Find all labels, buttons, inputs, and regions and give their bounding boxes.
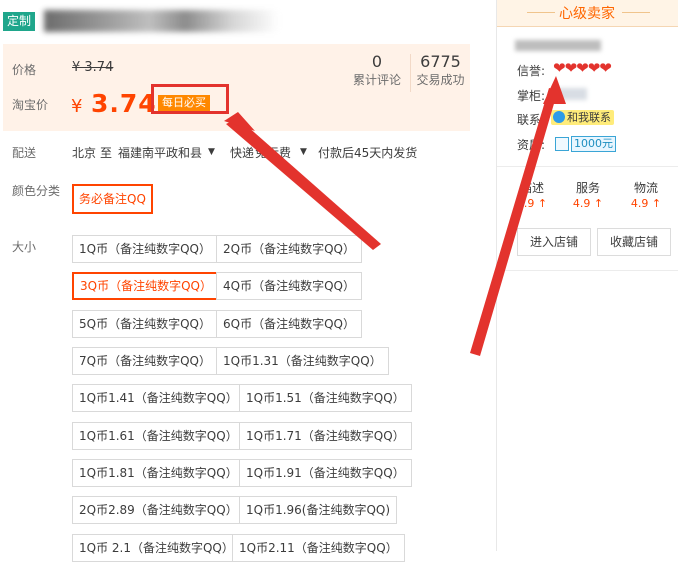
color-label: 颜色分类 [12,184,61,198]
seller-header: 心级卖家 [497,0,678,27]
score-service: 服务 4.9 ↑ [572,181,604,210]
size-option[interactable]: 5Q币（备注纯数字QQ） [72,310,218,338]
delivery-time: 付款后45天内发货 [318,146,418,160]
taobao-price-label: 淘宝价 [12,98,49,112]
price-label: 价格 [12,63,37,77]
product-detail-panel: 定制 价格 ¥ 3.74 淘宝价 ¥ 3.74 每日必买 0 累计评论 6775… [0,0,492,562]
keeper-name-blurred[interactable] [555,88,587,100]
custom-tag: 定制 [3,12,36,31]
ship-destination[interactable]: 福建南平政和县 [118,144,202,161]
size-option[interactable]: 1Q币1.81（备注纯数字QQ） [72,459,245,487]
size-option[interactable]: 1Q币1.61（备注纯数字QQ） [72,422,245,450]
stat-divider [410,54,411,92]
header-divider [622,12,650,13]
taobao-price: 3.74 [91,89,157,118]
ship-to-word: 至 [100,146,113,160]
size-option[interactable]: 1Q币（备注纯数字QQ） [72,235,218,263]
size-option[interactable]: 1Q币1.71（备注纯数字QQ） [239,422,412,450]
ship-from: 北京 [72,146,97,160]
divider [497,270,678,271]
trade-label: 交易成功 [416,73,465,87]
shop-name-blurred[interactable] [515,40,601,51]
size-option-selected[interactable]: 3Q币（备注纯数字QQ） [72,272,220,300]
score-logistics: 物流 4.9 ↑ [630,181,662,210]
contact-me-button[interactable]: 和我联系 [551,110,614,125]
size-option[interactable]: 2Q币（备注纯数字QQ） [216,235,362,263]
size-option[interactable]: 7Q币（备注纯数字QQ） [72,347,218,375]
free-shipping-label: 免运费 [255,146,292,160]
score-description: 描述 4.9 ↑ [516,181,548,210]
chevron-down-icon[interactable]: ▼ [300,147,307,157]
size-option[interactable]: 6Q币（备注纯数字QQ） [216,310,362,338]
divider [497,166,678,167]
trade-stat[interactable]: 6775 交易成功 [413,52,468,88]
credit-label: 信誉: [517,64,546,78]
review-label: 累计评论 [352,73,401,87]
review-count: 0 [371,52,383,71]
size-option[interactable]: 1Q币2.11（备注纯数字QQ） [232,534,405,562]
id-card-icon[interactable] [555,137,569,151]
product-title-blurred [44,10,279,32]
size-option[interactable]: 4Q币（备注纯数字QQ） [216,272,362,300]
annotation-box [151,84,229,114]
currency-symbol: ¥ [71,96,83,117]
deposit-badge[interactable]: 1000元 [571,136,616,152]
trade-count: 6775 [420,52,461,71]
product-title-row: 定制 [0,6,492,34]
header-divider [527,12,555,13]
size-option[interactable]: 1Q币1.51（备注纯数字QQ） [239,384,412,412]
size-option[interactable]: 1Q币1.41（备注纯数字QQ） [72,384,245,412]
shipping-label: 配送 [12,146,37,160]
seller-level: 心级卖家 [559,6,615,22]
enter-shop-button[interactable]: 进入店铺 [517,228,591,256]
keeper-label: 掌柜: [517,89,546,103]
size-option[interactable]: 1Q币1.96(备注纯数字QQ) [239,496,398,524]
chevron-down-icon[interactable]: ▼ [208,147,215,157]
original-price: ¥ 3.74 [72,60,114,75]
review-stat[interactable]: 0 累计评论 [348,52,406,88]
seller-panel: 心级卖家 信誉: ❤❤❤❤❤ 掌柜: 联系: 和我联系 资质: 1000元 描述… [496,0,678,551]
credit-hearts: ❤❤❤❤❤ [553,59,612,77]
favorite-shop-button[interactable]: 收藏店铺 [597,228,671,256]
size-option[interactable]: 1Q币1.31（备注纯数字QQ） [216,347,389,375]
contact-label: 联系: [517,113,546,127]
qualification-label: 资质: [517,138,546,152]
price-box: 价格 ¥ 3.74 淘宝价 ¥ 3.74 每日必买 0 累计评论 6775 交易… [3,44,470,131]
size-option[interactable]: 1Q币1.91（备注纯数字QQ） [239,459,412,487]
size-label: 大小 [12,240,37,254]
size-option[interactable]: 2Q币2.89（备注纯数字QQ） [72,496,245,524]
color-option-selected[interactable]: 务必备注QQ [72,184,153,214]
size-option[interactable]: 1Q币 2.1（备注纯数字QQ） [72,534,241,562]
chat-icon [553,111,565,123]
shipping-row: 配送 北京 至 福建南平政和县 ▼ 快递 免运费 ▼ 付款后45天内发货 [0,140,492,164]
express-label: 快递 [230,146,255,160]
